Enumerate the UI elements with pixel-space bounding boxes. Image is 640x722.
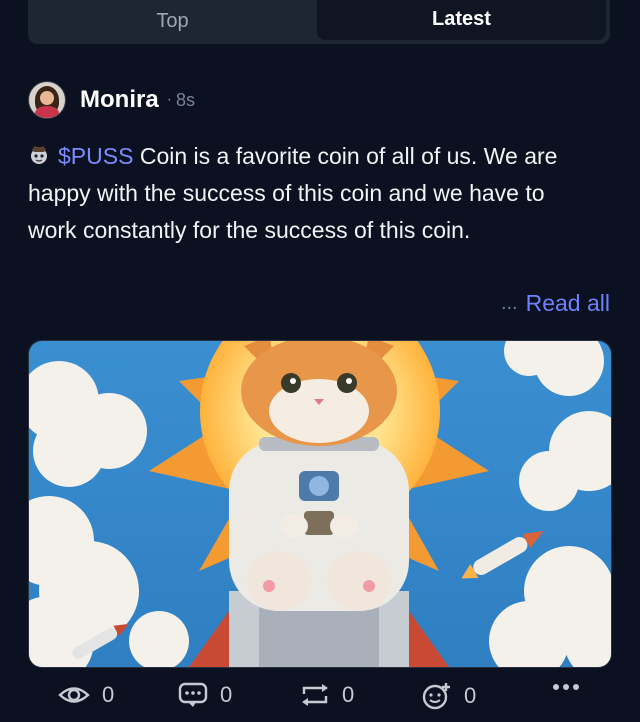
separator-dot: · — [166, 91, 172, 108]
comments-count: 0 — [220, 682, 233, 707]
read-all-link[interactable]: ... Read all — [501, 290, 610, 317]
comment-icon — [178, 682, 208, 707]
post-actions: 0 0 0 0 — [0, 682, 640, 722]
post-time: 8s — [176, 89, 196, 110]
tab-latest[interactable]: Latest — [317, 0, 606, 40]
post-header: Monira · 8s — [28, 81, 196, 119]
coin-mascot-icon — [31, 146, 47, 164]
avatar[interactable] — [28, 81, 66, 119]
more-dots-icon — [553, 684, 579, 690]
reactions-count: 0 — [464, 683, 477, 708]
read-all-label[interactable]: Read all — [526, 290, 610, 317]
author-name[interactable]: Monira — [80, 86, 159, 114]
add-reaction-icon — [422, 683, 450, 710]
reaction-action[interactable]: 0 — [422, 682, 476, 710]
repost-action[interactable]: 0 — [300, 682, 354, 708]
reposts-count: 0 — [342, 682, 355, 707]
post-text: $PUSS Coin is a favorite coin of all of … — [28, 138, 598, 249]
views-action[interactable]: 0 — [58, 682, 114, 708]
comment-action[interactable]: 0 — [178, 682, 232, 708]
cat-astronaut-rocket-image — [29, 341, 611, 667]
tab-top[interactable]: Top — [28, 0, 317, 44]
post-image[interactable] — [28, 340, 612, 668]
eye-icon — [58, 687, 90, 703]
more-options-button[interactable] — [552, 682, 580, 692]
feed-tabs: Top Latest — [28, 0, 610, 44]
views-count: 0 — [102, 682, 115, 707]
repost-icon — [302, 684, 328, 706]
read-all-ellipsis: ... — [500, 292, 518, 314]
coin-ticker-link[interactable]: $PUSS — [58, 143, 133, 169]
